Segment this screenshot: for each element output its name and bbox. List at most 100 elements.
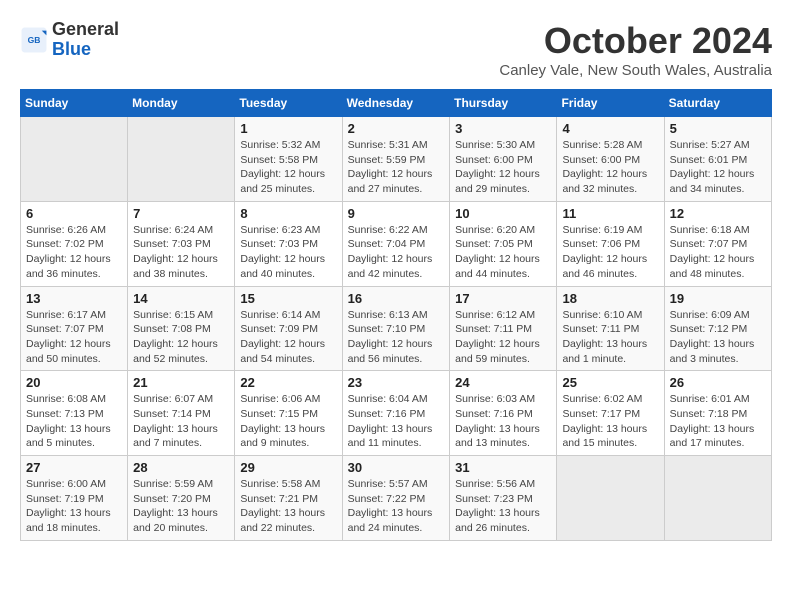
calendar-cell: 14 Sunrise: 6:15 AMSunset: 7:08 PMDayligh… — [128, 286, 235, 371]
subtitle: Canley Vale, New South Wales, Australia — [499, 62, 772, 79]
day-detail: Sunrise: 5:57 AMSunset: 7:22 PMDaylight:… — [348, 477, 445, 536]
day-detail: Sunrise: 5:27 AMSunset: 6:01 PMDaylight:… — [670, 138, 766, 197]
page-header: GB General Blue October 2024 Canley Vale… — [20, 20, 772, 79]
day-number: 29 — [240, 460, 336, 475]
day-detail: Sunrise: 6:08 AMSunset: 7:13 PMDaylight:… — [26, 392, 122, 451]
day-detail: Sunrise: 5:30 AMSunset: 6:00 PMDaylight:… — [455, 138, 551, 197]
day-number: 25 — [562, 375, 658, 390]
calendar-cell: 27 Sunrise: 6:00 AMSunset: 7:19 PMDayligh… — [21, 456, 128, 541]
calendar-cell: 22 Sunrise: 6:06 AMSunset: 7:15 PMDayligh… — [235, 371, 342, 456]
header-sunday: Sunday — [21, 90, 128, 117]
day-detail: Sunrise: 6:01 AMSunset: 7:18 PMDaylight:… — [670, 392, 766, 451]
day-number: 21 — [133, 375, 229, 390]
calendar-cell — [21, 117, 128, 202]
calendar-cell: 7 Sunrise: 6:24 AMSunset: 7:03 PMDaylight… — [128, 201, 235, 286]
day-detail: Sunrise: 5:59 AMSunset: 7:20 PMDaylight:… — [133, 477, 229, 536]
header-wednesday: Wednesday — [342, 90, 450, 117]
day-detail: Sunrise: 6:03 AMSunset: 7:16 PMDaylight:… — [455, 392, 551, 451]
day-number: 3 — [455, 121, 551, 136]
calendar-cell: 10Sunrise: 6:20 AMSunset: 7:05 PMDayligh… — [450, 201, 557, 286]
day-number: 17 — [455, 291, 551, 306]
day-detail: Sunrise: 6:19 AMSunset: 7:06 PMDaylight:… — [562, 223, 658, 282]
day-number: 1 — [240, 121, 336, 136]
calendar-cell: 16 Sunrise: 6:13 AMSunset: 7:10 PMDayligh… — [342, 286, 450, 371]
day-number: 26 — [670, 375, 766, 390]
day-detail: Sunrise: 6:09 AMSunset: 7:12 PMDaylight:… — [670, 308, 766, 367]
day-detail: Sunrise: 6:10 AMSunset: 7:11 PMDaylight:… — [562, 308, 658, 367]
calendar-cell — [128, 117, 235, 202]
calendar-cell: 24Sunrise: 6:03 AMSunset: 7:16 PMDayligh… — [450, 371, 557, 456]
calendar-cell: 15Sunrise: 6:14 AMSunset: 7:09 PMDayligh… — [235, 286, 342, 371]
title-block: October 2024 Canley Vale, New South Wale… — [499, 20, 772, 79]
day-detail: Sunrise: 6:02 AMSunset: 7:17 PMDaylight:… — [562, 392, 658, 451]
calendar-cell: 17Sunrise: 6:12 AMSunset: 7:11 PMDayligh… — [450, 286, 557, 371]
day-number: 22 — [240, 375, 336, 390]
calendar-cell: 12Sunrise: 6:18 AMSunset: 7:07 PMDayligh… — [664, 201, 771, 286]
calendar-week-row: 1 Sunrise: 5:32 AMSunset: 5:58 PMDaylight… — [21, 117, 772, 202]
logo-line2: Blue — [52, 40, 119, 60]
calendar-cell: 1 Sunrise: 5:32 AMSunset: 5:58 PMDaylight… — [235, 117, 342, 202]
header-friday: Friday — [557, 90, 664, 117]
day-detail: Sunrise: 6:23 AMSunset: 7:03 PMDaylight:… — [240, 223, 336, 282]
calendar-cell: 30Sunrise: 5:57 AMSunset: 7:22 PMDayligh… — [342, 456, 450, 541]
day-detail: Sunrise: 5:28 AMSunset: 6:00 PMDaylight:… — [562, 138, 658, 197]
calendar-cell: 8 Sunrise: 6:23 AMSunset: 7:03 PMDaylight… — [235, 201, 342, 286]
day-number: 14 — [133, 291, 229, 306]
day-detail: Sunrise: 6:06 AMSunset: 7:15 PMDaylight:… — [240, 392, 336, 451]
calendar-week-row: 6Sunrise: 6:26 AMSunset: 7:02 PMDaylight… — [21, 201, 772, 286]
calendar-cell: 29 Sunrise: 5:58 AMSunset: 7:21 PMDayligh… — [235, 456, 342, 541]
day-number: 10 — [455, 206, 551, 221]
day-number: 20 — [26, 375, 122, 390]
day-detail: Sunrise: 6:18 AMSunset: 7:07 PMDaylight:… — [670, 223, 766, 282]
calendar-cell: 19Sunrise: 6:09 AMSunset: 7:12 PMDayligh… — [664, 286, 771, 371]
calendar-week-row: 13 Sunrise: 6:17 AMSunset: 7:07 PMDayligh… — [21, 286, 772, 371]
calendar-cell: 25 Sunrise: 6:02 AMSunset: 7:17 PMDayligh… — [557, 371, 664, 456]
day-number: 9 — [348, 206, 445, 221]
day-detail: Sunrise: 6:22 AMSunset: 7:04 PMDaylight:… — [348, 223, 445, 282]
day-detail: Sunrise: 6:26 AMSunset: 7:02 PMDaylight:… — [26, 223, 122, 282]
day-detail: Sunrise: 6:13 AMSunset: 7:10 PMDaylight:… — [348, 308, 445, 367]
day-number: 8 — [240, 206, 336, 221]
calendar-cell: 31 Sunrise: 5:56 AMSunset: 7:23 PMDayligh… — [450, 456, 557, 541]
calendar-cell: 11 Sunrise: 6:19 AMSunset: 7:06 PMDayligh… — [557, 201, 664, 286]
month-title: October 2024 — [499, 20, 772, 62]
day-detail: Sunrise: 5:56 AMSunset: 7:23 PMDaylight:… — [455, 477, 551, 536]
day-number: 18 — [562, 291, 658, 306]
header-monday: Monday — [128, 90, 235, 117]
calendar-cell: 9 Sunrise: 6:22 AMSunset: 7:04 PMDaylight… — [342, 201, 450, 286]
calendar-cell: 26 Sunrise: 6:01 AMSunset: 7:18 PMDayligh… — [664, 371, 771, 456]
day-number: 28 — [133, 460, 229, 475]
day-detail: Sunrise: 6:04 AMSunset: 7:16 PMDaylight:… — [348, 392, 445, 451]
calendar-cell: 28 Sunrise: 5:59 AMSunset: 7:20 PMDayligh… — [128, 456, 235, 541]
day-detail: Sunrise: 5:31 AMSunset: 5:59 PMDaylight:… — [348, 138, 445, 197]
day-number: 31 — [455, 460, 551, 475]
calendar-cell: 6Sunrise: 6:26 AMSunset: 7:02 PMDaylight… — [21, 201, 128, 286]
day-number: 13 — [26, 291, 122, 306]
day-detail: Sunrise: 6:17 AMSunset: 7:07 PMDaylight:… — [26, 308, 122, 367]
day-number: 27 — [26, 460, 122, 475]
calendar-cell: 18 Sunrise: 6:10 AMSunset: 7:11 PMDayligh… — [557, 286, 664, 371]
calendar-cell: 21Sunrise: 6:07 AMSunset: 7:14 PMDayligh… — [128, 371, 235, 456]
header-thursday: Thursday — [450, 90, 557, 117]
day-number: 11 — [562, 206, 658, 221]
svg-text:GB: GB — [28, 35, 41, 45]
logo: GB General Blue — [20, 20, 119, 60]
calendar-cell — [557, 456, 664, 541]
day-number: 7 — [133, 206, 229, 221]
day-detail: Sunrise: 5:58 AMSunset: 7:21 PMDaylight:… — [240, 477, 336, 536]
calendar-header-row: SundayMondayTuesdayWednesdayThursdayFrid… — [21, 90, 772, 117]
calendar-week-row: 27 Sunrise: 6:00 AMSunset: 7:19 PMDayligh… — [21, 456, 772, 541]
day-number: 16 — [348, 291, 445, 306]
day-detail: Sunrise: 6:00 AMSunset: 7:19 PMDaylight:… — [26, 477, 122, 536]
calendar-cell — [664, 456, 771, 541]
day-detail: Sunrise: 6:15 AMSunset: 7:08 PMDaylight:… — [133, 308, 229, 367]
calendar-cell: 2 Sunrise: 5:31 AMSunset: 5:59 PMDaylight… — [342, 117, 450, 202]
day-number: 5 — [670, 121, 766, 136]
calendar-cell: 20 Sunrise: 6:08 AMSunset: 7:13 PMDayligh… — [21, 371, 128, 456]
calendar-week-row: 20 Sunrise: 6:08 AMSunset: 7:13 PMDayligh… — [21, 371, 772, 456]
day-number: 2 — [348, 121, 445, 136]
day-detail: Sunrise: 5:32 AMSunset: 5:58 PMDaylight:… — [240, 138, 336, 197]
calendar-cell: 4Sunrise: 5:28 AMSunset: 6:00 PMDaylight… — [557, 117, 664, 202]
day-detail: Sunrise: 6:24 AMSunset: 7:03 PMDaylight:… — [133, 223, 229, 282]
calendar-cell: 5 Sunrise: 5:27 AMSunset: 6:01 PMDaylight… — [664, 117, 771, 202]
